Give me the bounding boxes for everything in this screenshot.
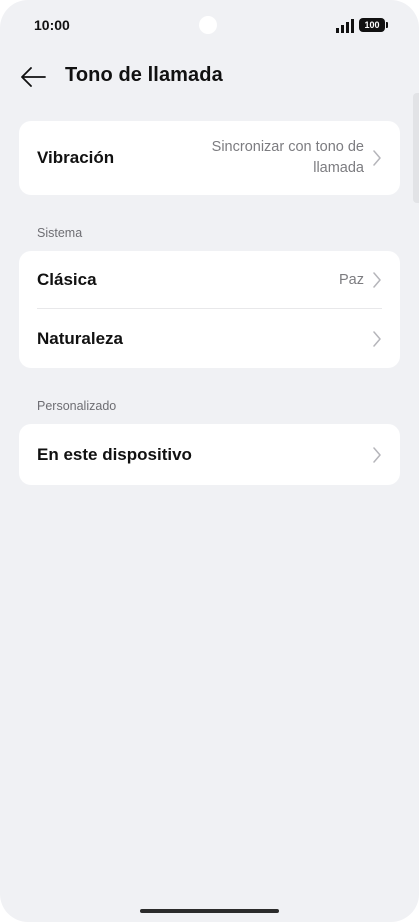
status-bar: 10:00 100 [0,0,419,54]
chevron-right-icon [373,446,381,463]
front-camera [199,16,217,34]
chevron-right-icon [373,330,381,347]
list-item-clasica[interactable]: Clásica Paz [19,251,400,309]
item-label: Naturaleza [37,328,123,348]
chevron-right-icon [373,272,381,288]
vibration-value: Sincronizar con tono de llamada [211,139,364,176]
item-label: Clásica [37,270,97,289]
back-arrow-icon [21,67,46,87]
custom-card: En este dispositivo [19,424,400,485]
system-card: Clásica Paz Naturaleza [19,251,400,368]
back-button[interactable] [18,63,48,91]
battery-icon: 100 [359,18,388,32]
item-value: Paz [339,271,364,288]
list-item-en-este-dispositivo[interactable]: En este dispositivo [19,424,400,485]
chevron-right-icon [373,150,381,166]
screen: 10:00 100 Tono de llamada Vibración Sinc… [0,0,419,922]
home-indicator[interactable] [140,909,279,913]
status-time: 10:00 [34,17,70,33]
battery-level: 100 [364,20,380,30]
scrollbar[interactable] [413,93,419,203]
vibration-row[interactable]: Vibración Sincronizar con tono de llamad… [19,121,400,195]
section-title-system: Sistema [37,226,83,240]
section-title-custom: Personalizado [37,399,117,413]
page-title: Tono de llamada [65,64,223,86]
signal-icon [336,19,354,33]
vibration-label: Vibración [37,148,115,167]
item-label: En este dispositivo [37,444,192,464]
vibration-card: Vibración Sincronizar con tono de llamad… [19,121,400,195]
list-item-naturaleza[interactable]: Naturaleza [19,309,400,368]
